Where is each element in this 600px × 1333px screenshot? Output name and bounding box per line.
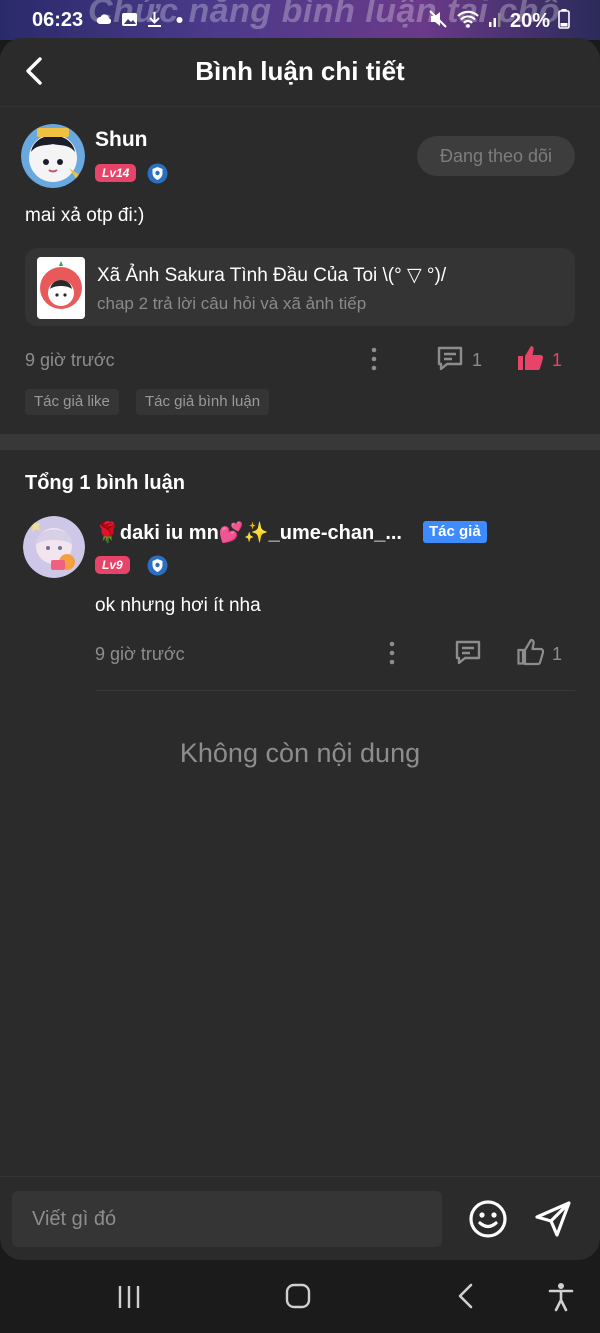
- wifi-icon: [456, 9, 480, 34]
- accessibility-icon: [548, 1283, 574, 1312]
- mute-icon: [428, 9, 448, 34]
- emoji-icon: [469, 1200, 507, 1238]
- more-options-button[interactable]: [370, 347, 378, 371]
- image-icon: [121, 11, 138, 28]
- accessibility-button[interactable]: [547, 1282, 575, 1317]
- send-icon: [535, 1201, 571, 1237]
- reply-time: 9 giờ trước: [95, 644, 185, 664]
- reply-like-count: 1: [552, 644, 563, 664]
- notification-icons: [96, 11, 188, 28]
- download-icon: [146, 11, 163, 28]
- shield-icon: [147, 163, 168, 184]
- system-nav-bar: [0, 1260, 600, 1333]
- story-card[interactable]: Xã Ảnh Sakura Tình Đầu Của Toi \(° ▽ °)/…: [25, 248, 575, 326]
- reply-author-avatar[interactable]: [23, 516, 85, 578]
- tag-author-liked: Tác giả like: [25, 389, 119, 415]
- recents-icon: [118, 1286, 140, 1308]
- story-subtitle: chap 2 trả lời câu hỏi và xã ảnh tiếp: [97, 294, 367, 313]
- reply-author-level-badge: Lv9: [95, 556, 130, 574]
- reply-comment-button[interactable]: [454, 638, 482, 666]
- post-author-avatar[interactable]: [21, 124, 85, 188]
- send-button[interactable]: [533, 1199, 573, 1239]
- page-title: Bình luận chi tiết: [195, 56, 405, 86]
- post-like-count: 1: [552, 350, 563, 370]
- battery-percent: 20%: [509, 10, 550, 32]
- reply-author-name[interactable]: 🌹daki iu mn💕✨_ume-chan_...: [95, 520, 402, 545]
- comment-detail-sheet: Bình luận chi tiết Shun Lv14 Đang theo d…: [0, 38, 600, 1260]
- comment-button[interactable]: [436, 344, 464, 372]
- nav-back-icon: [458, 1283, 473, 1309]
- story-thumbnail: [37, 257, 85, 319]
- tag-author-commented: Tác giả bình luận: [136, 389, 270, 415]
- comment-icon: [437, 346, 463, 371]
- like-icon: [517, 638, 545, 666]
- status-time: 06:23: [32, 9, 84, 31]
- comment-icon: [455, 640, 481, 665]
- like-icon: [518, 346, 544, 370]
- dot-icon: [171, 11, 188, 28]
- follow-button[interactable]: Đang theo dõi: [417, 136, 575, 176]
- reply-more-options-button[interactable]: [388, 641, 396, 665]
- recents-button[interactable]: [116, 1284, 142, 1315]
- status-bar: Chức năng bình luận tại chỗ 06:23 20%: [0, 0, 600, 40]
- story-title: Xã Ảnh Sakura Tình Đầu Của Toi \(° ▽ °)/: [97, 265, 447, 286]
- nav-back-button[interactable]: [456, 1282, 476, 1315]
- shield-icon: [147, 555, 168, 576]
- reply-content: ok nhưng hơi ít nha: [95, 595, 261, 616]
- home-icon: [285, 1283, 311, 1309]
- post-content: mai xả otp đi:): [25, 205, 145, 226]
- emoji-button[interactable]: [468, 1199, 508, 1239]
- end-of-content-label: Không còn nội dung: [179, 738, 421, 768]
- section-divider: [0, 434, 600, 450]
- post-author-level-badge: Lv14: [95, 164, 137, 182]
- post-author-name[interactable]: Shun: [95, 128, 148, 152]
- header: Bình luận chi tiết: [0, 38, 600, 107]
- like-button[interactable]: [516, 344, 544, 372]
- cloud-icon: [96, 11, 113, 28]
- more-icon: [389, 641, 395, 665]
- post-comment-count: 1: [472, 350, 483, 370]
- signal-icon: [488, 10, 502, 33]
- comment-composer: Viết gì đó: [0, 1176, 600, 1260]
- reply-separator: [95, 690, 575, 691]
- author-badge: Tác giả: [423, 521, 487, 543]
- battery-icon: [558, 9, 570, 34]
- post-time: 9 giờ trước: [25, 350, 115, 370]
- home-button[interactable]: [284, 1282, 312, 1315]
- total-comments-label: Tổng 1 bình luận: [25, 472, 185, 494]
- reply-like-button[interactable]: [516, 638, 545, 666]
- comment-input[interactable]: Viết gì đó: [12, 1191, 442, 1247]
- more-icon: [371, 347, 377, 371]
